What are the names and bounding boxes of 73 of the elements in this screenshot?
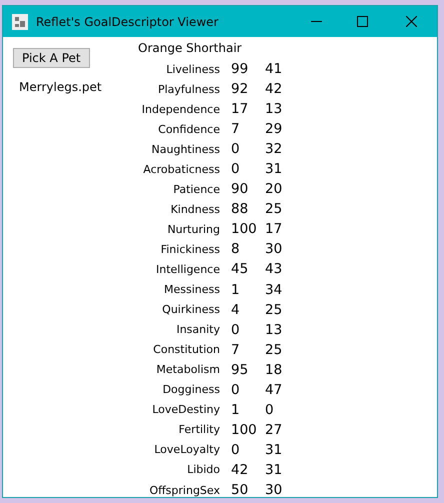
trait-value: 30	[265, 241, 284, 258]
trait-name: Dogginess	[162, 383, 221, 396]
trait-value: 25	[265, 342, 284, 358]
trait-name: Playfulness	[156, 82, 221, 96]
trait-name: Insanity	[175, 323, 221, 336]
trait-value: 42	[231, 462, 250, 478]
trait-value: 7	[231, 121, 241, 138]
trait-value: 41	[265, 61, 284, 78]
trait-value: 0	[231, 141, 241, 158]
trait-value: 92	[231, 81, 250, 98]
trait-value: 45	[231, 261, 250, 278]
trait-name: Nurturing	[166, 222, 221, 236]
trait-value: 29	[265, 121, 284, 138]
trait-value: 20	[265, 181, 284, 198]
trait-name: Metabolism	[155, 363, 221, 376]
close-icon	[406, 16, 416, 27]
trait-value: 47	[265, 382, 284, 398]
window-title: Reflet's GoalDescriptor Viewer	[36, 14, 220, 28]
trait-value: 30	[265, 482, 284, 498]
trait-name: Fertility	[178, 423, 221, 436]
trait-value: 0	[231, 382, 241, 398]
trait-name: Patience	[172, 182, 221, 196]
trait-name: Kindness	[170, 202, 221, 216]
breed-name: Orange Shorthair	[138, 41, 243, 55]
trait-name: Messiness	[163, 283, 221, 296]
trait-name: Liveliness	[165, 62, 221, 76]
trait-name: Intelligence	[154, 262, 221, 276]
trait-value: 1	[231, 282, 241, 298]
trait-value: 31	[265, 161, 284, 178]
trait-name: Constitution	[152, 343, 221, 356]
trait-value: 31	[265, 442, 284, 458]
trait-name: Confidence	[157, 122, 221, 136]
maximize-icon	[356, 16, 368, 27]
trait-name: Finickiness	[160, 242, 221, 256]
trait-value: 25	[265, 201, 284, 218]
trait-value: 0	[231, 161, 241, 178]
trait-value: 27	[265, 422, 284, 438]
trait-value: 0	[231, 442, 241, 458]
trait-value: 50	[231, 482, 250, 498]
trait-value: 100	[231, 221, 258, 238]
trait-name: Independence	[140, 102, 221, 116]
trait-name: OffspringSex	[148, 484, 221, 496]
trait-value: 8	[231, 241, 241, 258]
trait-value: 13	[265, 101, 284, 118]
trait-value: 100	[231, 422, 258, 438]
trait-value: 95	[231, 362, 250, 378]
pick-pet-button[interactable]: Pick A Pet	[13, 48, 90, 68]
trait-value: 7	[231, 342, 241, 358]
trait-name: LoveLoyalty	[153, 443, 221, 456]
trait-name: Acrobaticness	[142, 162, 221, 176]
trait-value: 34	[265, 282, 284, 298]
trait-value: 43	[265, 261, 284, 278]
trait-value: 25	[265, 302, 284, 318]
trait-value: 17	[265, 221, 284, 238]
trait-value: 1	[231, 402, 241, 418]
trait-name: Quirkiness	[161, 303, 221, 316]
trait-name: Libido	[186, 463, 221, 476]
trait-value: 88	[231, 201, 250, 218]
trait-value: 13	[265, 322, 284, 338]
trait-name: Naughtiness	[150, 142, 221, 156]
app-icon	[12, 14, 28, 30]
trait-value: 32	[265, 141, 284, 158]
trait-value: 0	[231, 322, 241, 338]
file-name: Merrylegs.pet	[19, 80, 102, 94]
trait-value: 31	[265, 462, 284, 478]
trait-value: 0	[265, 402, 275, 418]
trait-value: 17	[231, 101, 250, 118]
trait-value: 90	[231, 181, 250, 198]
trait-name: LoveDestiny	[151, 403, 221, 416]
trait-value: 18	[265, 362, 284, 378]
trait-value: 99	[231, 61, 250, 78]
trait-value: 4	[231, 302, 241, 318]
trait-value: 42	[265, 81, 284, 98]
